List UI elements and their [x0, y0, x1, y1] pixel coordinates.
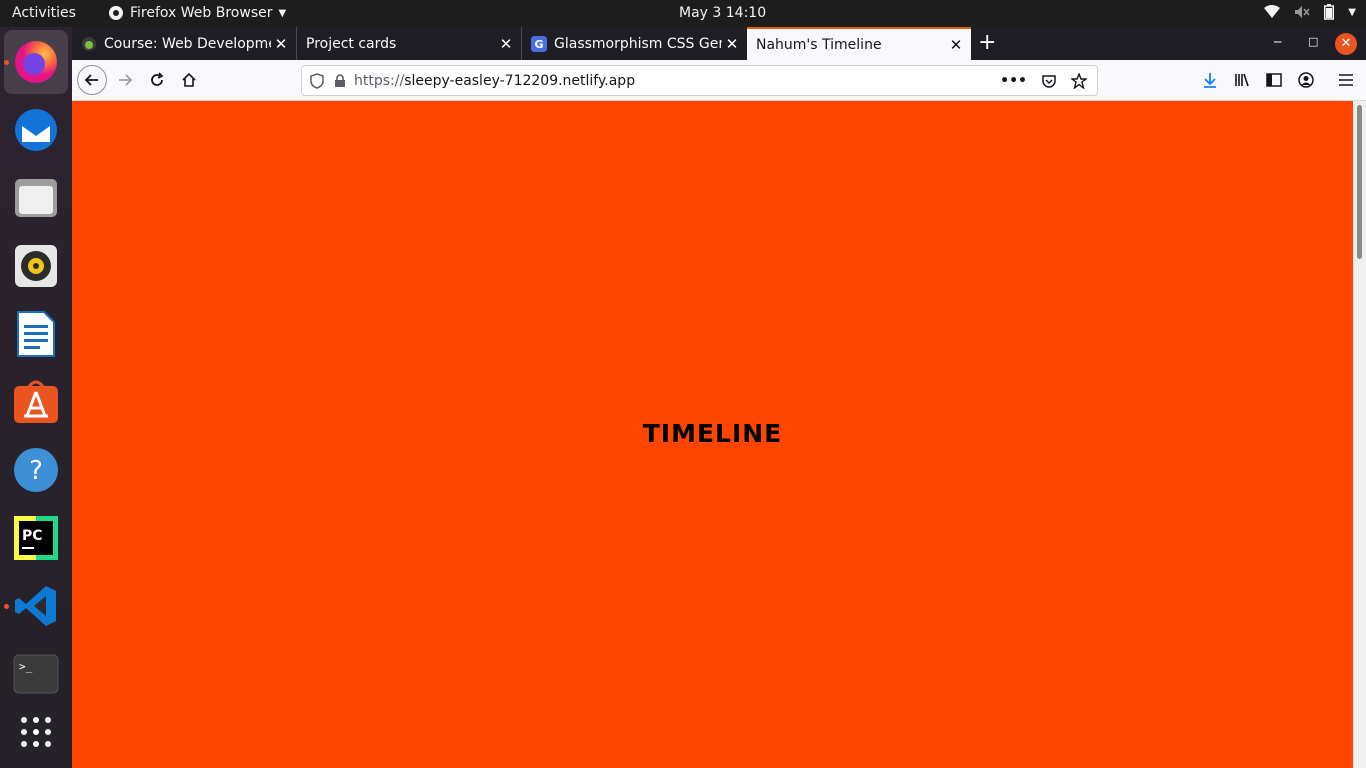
- caret-down-icon: ▼: [278, 7, 287, 19]
- dock-files[interactable]: [4, 166, 68, 230]
- page-heading: TIMELINE: [642, 419, 783, 448]
- page-content: TIMELINE: [72, 101, 1353, 768]
- vscode-icon: [15, 586, 56, 626]
- menu-button[interactable]: [1332, 66, 1360, 94]
- lock-icon[interactable]: [334, 73, 346, 88]
- app-center-icon: [14, 380, 58, 423]
- page-actions-icon[interactable]: •••: [1000, 73, 1027, 89]
- dock-thunderbird[interactable]: [4, 98, 68, 162]
- battery-icon: [1324, 4, 1335, 20]
- help-icon: ?: [14, 448, 58, 492]
- dock-pycharm[interactable]: PC: [4, 506, 68, 570]
- show-applications-icon: [21, 717, 51, 747]
- maximize-button[interactable]: □: [1308, 35, 1318, 48]
- show-applications-button[interactable]: [4, 700, 68, 764]
- tab-glassmorphism[interactable]: G Glassmorphism CSS Generator ✕: [522, 27, 747, 60]
- bookmark-star-icon[interactable]: [1071, 72, 1087, 89]
- tab-bar: Course: Web Development ✕ Project cards …: [72, 27, 1366, 60]
- reload-icon: [151, 72, 164, 86]
- arrow-right-icon: [119, 74, 133, 86]
- pocket-icon[interactable]: [1041, 73, 1057, 89]
- close-tab-icon[interactable]: ✕: [946, 36, 966, 54]
- firefox-window: Course: Web Development ✕ Project cards …: [72, 27, 1366, 768]
- svg-text:?: ?: [29, 456, 43, 486]
- scrollbar[interactable]: [1353, 101, 1366, 768]
- new-tab-button[interactable]: +: [978, 31, 996, 55]
- system-tray[interactable]: ▼: [1264, 4, 1356, 20]
- tab-title: Glassmorphism CSS Generator: [554, 35, 722, 52]
- account-button[interactable]: [1292, 66, 1320, 94]
- firefox-small-icon: [109, 6, 123, 20]
- wifi-icon: [1264, 5, 1281, 18]
- dock-vscode[interactable]: [4, 574, 68, 638]
- svg-text:G: G: [534, 38, 543, 51]
- dock-libreoffice-writer[interactable]: [4, 302, 68, 366]
- tab-title: Course: Web Development: [104, 35, 271, 52]
- home-icon: [182, 72, 196, 87]
- dock-app-center[interactable]: [4, 370, 68, 434]
- activities-button[interactable]: Activities: [12, 5, 76, 21]
- caret-down-icon: ▼: [1348, 6, 1356, 18]
- forward-button[interactable]: [111, 66, 139, 94]
- home-button[interactable]: [175, 66, 203, 94]
- close-tab-icon[interactable]: ✕: [496, 35, 516, 53]
- firefox-icon: [15, 41, 57, 83]
- svg-text:>_: >_: [19, 660, 33, 673]
- downloads-button[interactable]: [1196, 66, 1224, 94]
- library-icon: [1235, 73, 1249, 87]
- navigation-toolbar: https://sleepy-easley-712209.netlify.app…: [72, 60, 1366, 101]
- shield-icon[interactable]: [310, 72, 324, 89]
- clock[interactable]: May 3 14:10: [679, 5, 766, 21]
- files-icon: [15, 179, 57, 217]
- dock-rhythmbox[interactable]: [4, 234, 68, 298]
- dock-firefox[interactable]: [4, 30, 68, 94]
- running-indicator: [4, 60, 9, 65]
- svg-text:PC: PC: [22, 528, 43, 544]
- library-button[interactable]: [1228, 66, 1256, 94]
- terminal-icon: >_: [13, 654, 59, 694]
- system-top-bar: Activities Firefox Web Browser ▼ May 3 1…: [0, 0, 1366, 27]
- arrow-left-icon: [84, 74, 98, 86]
- url-bar[interactable]: https://sleepy-easley-712209.netlify.app…: [301, 65, 1098, 96]
- tab-title: Project cards: [306, 35, 397, 52]
- minimize-button[interactable]: ─: [1274, 35, 1281, 49]
- libreoffice-writer-icon: [17, 311, 55, 357]
- hamburger-menu-icon: [1339, 74, 1353, 86]
- pycharm-icon: PC: [14, 516, 58, 560]
- thunderbird-icon: [15, 109, 57, 151]
- app-menu-label: Firefox Web Browser: [130, 5, 273, 21]
- reload-button[interactable]: [143, 66, 171, 94]
- url-text[interactable]: https://sleepy-easley-712209.netlify.app: [354, 73, 635, 89]
- scrollbar-thumb[interactable]: [1357, 105, 1362, 259]
- sidebar-icon: [1266, 73, 1282, 87]
- dock-terminal[interactable]: >_: [4, 642, 68, 706]
- close-tab-icon[interactable]: ✕: [722, 35, 742, 53]
- account-icon: [1298, 72, 1314, 88]
- dock-help[interactable]: ?: [4, 438, 68, 502]
- url-host: sleepy-easley-712209.netlify.app: [404, 72, 636, 89]
- dock: ? PC >_: [0, 27, 72, 768]
- tab-nahums-timeline[interactable]: Nahum's Timeline ✕: [747, 27, 971, 60]
- course-favicon-icon: [82, 36, 96, 51]
- tab-project-cards[interactable]: Project cards ✕: [297, 27, 522, 60]
- volume-muted-icon: [1295, 6, 1310, 18]
- close-tab-icon[interactable]: ✕: [271, 35, 291, 53]
- running-indicator: [4, 604, 9, 609]
- app-menu[interactable]: Firefox Web Browser ▼: [108, 5, 286, 21]
- back-button[interactable]: [77, 65, 107, 95]
- sidebar-button[interactable]: [1260, 66, 1288, 94]
- url-protocol: https://: [354, 72, 405, 89]
- glassmorphism-favicon-icon: G: [531, 35, 547, 52]
- rhythmbox-icon: [15, 245, 57, 287]
- tab-title: Nahum's Timeline: [756, 36, 882, 53]
- download-icon: [1204, 73, 1216, 88]
- window-close-button[interactable]: ✕: [1335, 33, 1357, 55]
- tab-course[interactable]: Course: Web Development ✕: [72, 27, 297, 60]
